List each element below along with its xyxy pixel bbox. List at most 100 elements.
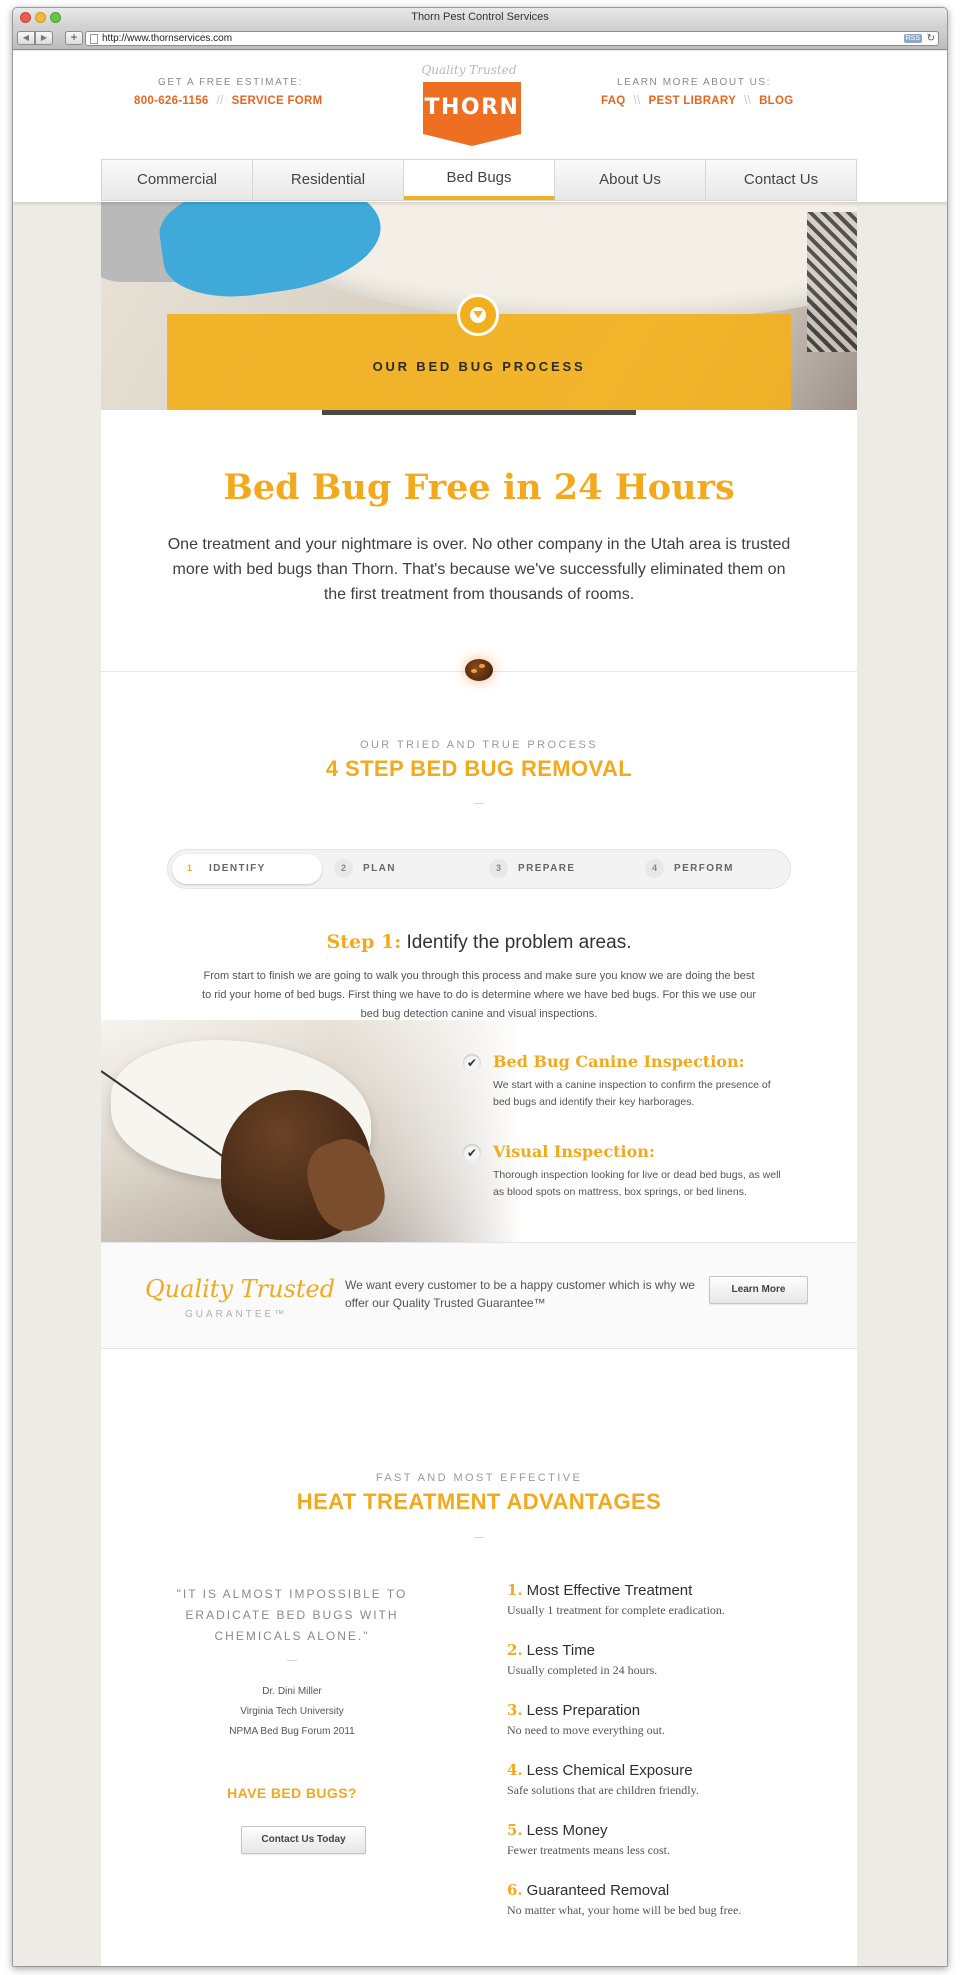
url-text: http://www.thornservices.com [102,33,233,44]
advantage-number: 5. [507,1821,523,1839]
feature-description: We start with a canine inspection to con… [493,1079,771,1108]
logo-badge: THORN [423,82,521,146]
bed-bug-icon [457,651,501,691]
nav-residential[interactable]: Residential [253,160,404,200]
advantage-item: 5. Less Money Fewer treatments means less… [507,1821,827,1858]
logo-text: THORN [424,95,520,120]
phone-link[interactable]: 800-626-1156 [134,95,209,107]
blog-link[interactable]: BLOG [759,95,793,107]
advantage-title: 5. Less Money [507,1821,827,1839]
pest-library-link[interactable]: PEST LIBRARY [649,95,737,107]
nav-bed-bugs[interactable]: Bed Bugs [404,160,555,200]
estimate-links: 800-626-1156 // SERVICE FORM [134,95,323,107]
attribution-org: Virginia Tech University [240,1706,344,1717]
guarantee-subtitle: GUARANTEE™ [185,1309,288,1320]
bug-body [465,659,493,681]
advantage-title-text: Less Chemical Exposure [526,1762,693,1779]
canine-inspection-photo [101,1020,521,1242]
advantage-item: 3. Less Preparation No need to move every… [507,1701,827,1738]
step-number: 1 [180,858,199,878]
step-tab-perform[interactable]: 4 PERFORM [645,854,734,884]
step-label: PLAN [363,863,396,874]
advantage-item: 1. Most Effective Treatment Usually 1 tre… [507,1581,827,1618]
step-heading: Step 1: Identify the problem areas. [101,931,857,954]
advantage-description: Usually completed in 24 hours. [507,1663,658,1677]
faq-link[interactable]: FAQ [601,95,626,107]
hero-banner: OUR BED BUG PROCESS [101,202,857,410]
process-kicker: OUR TRIED AND TRUE PROCESS [359,739,599,751]
hero-band-title: OUR BED BUG PROCESS [372,359,586,374]
check-icon: ✔ [463,1054,481,1072]
advantage-number: 4. [507,1761,523,1779]
reload-icon[interactable]: ↻ [927,32,935,45]
step-number: 2 [334,858,353,878]
advantage-title: 1. Most Effective Treatment [507,1581,827,1599]
step-tab-prepare[interactable]: 3 PREPARE [489,854,575,884]
quote-dash [287,1660,297,1661]
learn-label: LEARN MORE ABOUT US: [617,77,772,88]
cta-heading: HAVE BED BUGS? [227,1785,357,1801]
step-heading-text: Identify the problem areas. [406,932,632,953]
step-description: From start to finish we are going to wal… [202,970,756,1020]
title-dash [474,803,484,804]
guarantee-strip: Quality Trusted GUARANTEE™ We want every… [101,1242,857,1349]
feature-title: Bed Bug Canine Inspection: [493,1052,745,1071]
title-bar: Thorn Pest Control Services [13,8,947,28]
advantage-title-text: Most Effective Treatment [526,1582,693,1599]
title-dash [474,1537,484,1538]
browser-window: Thorn Pest Control Services ◀ ▶ + http:/… [12,7,948,1967]
guarantee-script: Quality Trusted [145,1275,336,1303]
page-headline: Bed Bug Free in 24 Hours [223,467,735,508]
separator: \\ [633,95,641,107]
rss-icon[interactable]: RSS [903,34,922,43]
hero-pattern-image [807,212,857,352]
feature-description: Thorough inspection looking for live or … [493,1169,781,1198]
advantage-title: 3. Less Preparation [507,1701,827,1719]
inspection-section: ✔ Bed Bug Canine Inspection: We start wi… [101,1020,857,1242]
down-arrow-icon[interactable] [457,294,499,336]
step-label: PREPARE [518,863,576,874]
add-bookmark-button[interactable]: + [65,31,83,45]
advantage-title: 6. Guaranteed Removal [507,1881,827,1899]
advantage-title-text: Guaranteed Removal [526,1882,670,1899]
step-lead: Step 1: [326,931,402,953]
bug-spot [471,669,477,673]
attribution-event: NPMA Bed Bug Forum 2011 [229,1726,355,1737]
advantage-number: 1. [507,1581,523,1599]
expert-quote: "IT IS ALMOST IMPOSSIBLE TO ERADICATE BE… [176,1587,408,1643]
advantage-description: Usually 1 treatment for complete eradica… [507,1603,725,1617]
address-bar[interactable]: http://www.thornservices.com RSS ↻ [85,31,939,46]
nav-about-us[interactable]: About Us [555,160,706,200]
advantage-title: 2. Less Time [507,1641,827,1659]
advantage-item: 4. Less Chemical Exposure Safe solutions … [507,1761,827,1798]
nav-commercial[interactable]: Commercial [102,160,253,200]
forward-button[interactable]: ▶ [35,31,53,45]
advantage-title: 4. Less Chemical Exposure [507,1761,827,1779]
step-label: PERFORM [674,863,734,874]
bug-spot [479,664,485,668]
step-tabs: 1 IDENTIFY 2 PLAN 3 PREPARE 4 PERFORM [167,849,791,889]
nav-contact-us[interactable]: Contact Us [706,160,856,200]
step-number: 4 [645,858,664,878]
browser-toolbar: ◀ ▶ + http://www.thornservices.com RSS ↻ [13,28,947,50]
attribution-name: Dr. Dini Miller [262,1686,322,1697]
contact-us-button[interactable]: Contact Us Today [241,1826,366,1854]
advantage-title-text: Less Time [526,1642,596,1659]
feature-title: Visual Inspection: [493,1142,655,1161]
advantage-description: No need to move everything out. [507,1723,665,1737]
heat-title: HEAT TREATMENT ADVANTAGES [296,1489,662,1514]
logo-tagline: Quality Trusted [421,63,517,77]
step-tab-identify[interactable]: 1 IDENTIFY [172,854,322,884]
thorn-logo[interactable]: Quality Trusted THORN [417,63,521,146]
learn-links: FAQ \\ PEST LIBRARY \\ BLOG [601,95,793,107]
learn-more-button[interactable]: Learn More [709,1276,808,1304]
service-form-link[interactable]: SERVICE FORM [232,95,323,107]
back-button[interactable]: ◀ [17,31,35,45]
advantage-description: Safe solutions that are children friendl… [507,1783,699,1797]
check-icon: ✔ [463,1144,481,1162]
estimate-label: GET A FREE ESTIMATE: [158,77,303,88]
main-navigation: Commercial Residential Bed Bugs About Us… [101,159,857,201]
quote-attribution: Dr. Dini Miller Virginia Tech University… [167,1682,417,1742]
step-tab-plan[interactable]: 2 PLAN [334,854,396,884]
advantage-description: No matter what, your home will be bed bu… [507,1903,742,1917]
